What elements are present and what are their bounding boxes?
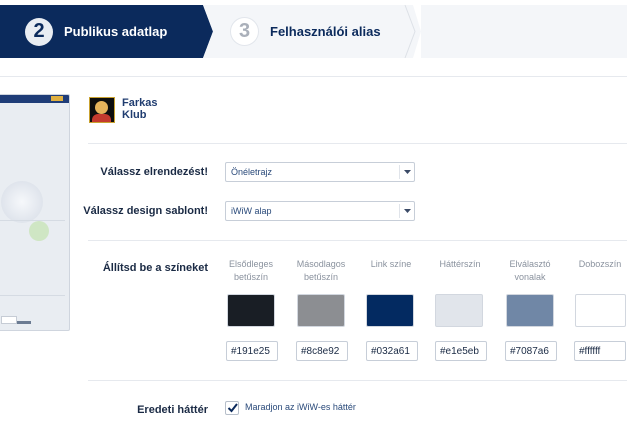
template-select-value: iWiW alap xyxy=(231,206,272,216)
avatar-shirt xyxy=(92,114,111,122)
color-hex-input[interactable]: #8c8e92 xyxy=(296,341,348,361)
color-title-line2: betűszín xyxy=(303,272,339,282)
color-title-line2: vonalak xyxy=(514,272,546,282)
color-title: Dobozszín xyxy=(565,258,635,271)
keep-background-label[interactable]: Maradjon az iWiW-es háttér xyxy=(245,402,356,412)
preview-card xyxy=(1,316,17,324)
color-hex-input[interactable]: #032a61 xyxy=(366,341,418,361)
preview-text xyxy=(17,321,31,324)
step-label: Publikus adatlap xyxy=(64,24,168,39)
color-title-line1: Dobozszín xyxy=(578,259,622,269)
preview-decoration xyxy=(29,221,49,241)
color-swatch[interactable] xyxy=(575,294,626,327)
color-swatch[interactable] xyxy=(435,294,483,327)
chevron-down-icon[interactable] xyxy=(399,165,414,179)
profile-name-line1: Farkas xyxy=(122,97,158,109)
divider xyxy=(0,76,627,77)
color-hex-input[interactable]: #7087a6 xyxy=(505,341,557,361)
color-title-line1: Elsődleges xyxy=(228,259,274,269)
divider xyxy=(88,143,627,144)
step-public-profile[interactable]: 2 Publikus adatlap xyxy=(25,5,167,58)
color-title: Háttérszín xyxy=(425,258,495,271)
color-title-line1: Háttérszín xyxy=(439,259,481,269)
color-swatch[interactable] xyxy=(506,294,554,327)
color-hex-input[interactable]: #e1e5eb xyxy=(435,341,487,361)
color-title-line1: Másodlagos xyxy=(296,259,346,269)
checkmark-icon xyxy=(227,403,238,413)
color-swatch[interactable] xyxy=(227,294,275,327)
color-title-line1: Link színe xyxy=(370,259,412,269)
color-hex-input[interactable]: #ffffff xyxy=(574,341,626,361)
avatar-face xyxy=(95,101,108,114)
step-number: 3 xyxy=(230,17,259,46)
color-swatch[interactable] xyxy=(297,294,345,327)
color-title: Másodlagos betűszín xyxy=(286,258,356,284)
color-title: Link színe xyxy=(356,258,426,271)
color-title: Elválasztó vonalak xyxy=(495,258,565,284)
chevron-down-icon[interactable] xyxy=(399,204,414,218)
divider xyxy=(88,240,627,241)
step-number: 2 xyxy=(25,17,53,46)
preview-avatar-placeholder xyxy=(1,181,43,223)
step-user-alias[interactable]: 3 Felhasználói alias xyxy=(230,5,381,58)
layout-label: Válassz elrendezést! xyxy=(100,166,208,178)
template-label: Válassz design sablont! xyxy=(83,205,208,217)
colors-label: Állítsd be a színeket xyxy=(102,262,208,274)
color-hex-input[interactable]: #191e25 xyxy=(226,341,278,361)
layout-select-value: Önéletrajz xyxy=(231,167,273,177)
preview-logo xyxy=(51,96,63,101)
divider xyxy=(88,380,627,381)
profile-name-line2: Klub xyxy=(122,109,147,121)
layout-select[interactable]: Önéletrajz xyxy=(225,162,415,182)
background-label: Eredeti háttér xyxy=(137,404,208,416)
step-label: Felhasználói alias xyxy=(270,24,381,39)
profile-avatar xyxy=(89,97,115,123)
color-swatch[interactable] xyxy=(366,294,414,327)
color-title-line1: Elválasztó xyxy=(509,259,551,269)
profile-name: Farkas Klub xyxy=(122,97,157,121)
keep-background-checkbox[interactable] xyxy=(225,401,239,415)
color-title: Elsődleges betűszín xyxy=(216,258,286,284)
preview-divider xyxy=(0,295,65,296)
preview-divider xyxy=(0,220,65,221)
color-title-line2: betűszín xyxy=(233,272,269,282)
wizard-steps: 2 Publikus adatlap 3 Felhasználói alias xyxy=(0,5,627,58)
template-select[interactable]: iWiW alap xyxy=(225,201,415,221)
